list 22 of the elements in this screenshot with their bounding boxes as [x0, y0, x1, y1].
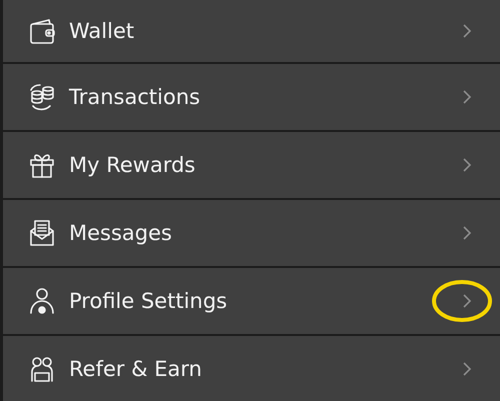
menu-item[interactable]: My Rewards — [3, 130, 500, 198]
menu-item[interactable]: Transactions — [3, 62, 500, 130]
menu-item[interactable]: Refer & Earn — [3, 334, 500, 401]
chevron-right-icon — [462, 225, 472, 241]
chevron-right-icon — [462, 157, 472, 173]
wallet-icon — [27, 16, 57, 46]
chevron-right-icon — [462, 361, 472, 377]
menu-item[interactable]: Wallet — [3, 0, 500, 62]
coins-icon — [27, 82, 57, 112]
menu-item[interactable]: Profile Settings — [3, 266, 500, 334]
chevron-right-icon — [462, 89, 472, 105]
menu-item[interactable]: Messages — [3, 198, 500, 266]
menu-label: Profile Settings — [69, 289, 228, 313]
menu-label: Messages — [69, 221, 173, 245]
menu-label: Wallet — [69, 19, 136, 43]
menu-label: Refer & Earn — [69, 357, 203, 381]
chevron-right-icon — [462, 23, 472, 39]
user-gear-icon — [27, 286, 57, 316]
chevron-right-icon — [462, 293, 472, 309]
envelope-icon — [27, 218, 57, 248]
menu-label: My Rewards — [69, 153, 196, 177]
menu-label: Transactions — [69, 85, 202, 109]
